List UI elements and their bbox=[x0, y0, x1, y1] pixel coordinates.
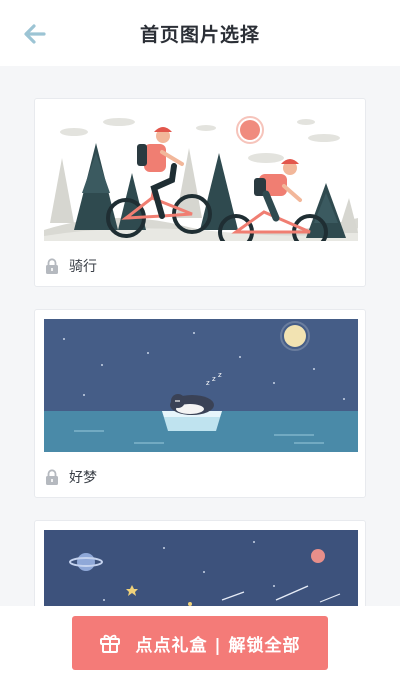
gift-icon bbox=[100, 634, 121, 653]
page-title: 首页图片选择 bbox=[139, 23, 260, 46]
image-card-space[interactable] bbox=[34, 520, 366, 606]
lock-icon bbox=[46, 257, 58, 274]
sleeping-penguin-illustration: z z z bbox=[44, 319, 358, 452]
header: 首页图片选择 bbox=[0, 0, 400, 66]
bottom-bar: 点点礼盒 | 解锁全部 bbox=[0, 606, 400, 681]
svg-text:z: z bbox=[212, 375, 216, 383]
space-illustration bbox=[44, 530, 358, 606]
arrow-left-icon bbox=[24, 24, 46, 44]
card-label: 好梦 bbox=[69, 469, 97, 486]
card-label: 骑行 bbox=[69, 258, 97, 275]
back-button[interactable] bbox=[22, 21, 48, 47]
svg-text:z: z bbox=[218, 371, 222, 379]
svg-text:z: z bbox=[206, 379, 210, 387]
card-footer: 好梦 bbox=[35, 456, 365, 497]
lock-icon bbox=[46, 468, 58, 485]
unlock-all-label: 点点礼盒 | 解锁全部 bbox=[135, 635, 301, 656]
unlock-all-button[interactable]: 点点礼盒 | 解锁全部 bbox=[72, 616, 328, 670]
cycling-illustration bbox=[44, 108, 358, 241]
image-card-cycling[interactable]: 骑行 bbox=[34, 98, 366, 287]
image-card-dream[interactable]: z z z 好梦 bbox=[34, 309, 366, 498]
card-footer: 骑行 bbox=[35, 245, 365, 286]
image-list[interactable]: 骑行 z z z 好梦 bbox=[0, 66, 400, 606]
